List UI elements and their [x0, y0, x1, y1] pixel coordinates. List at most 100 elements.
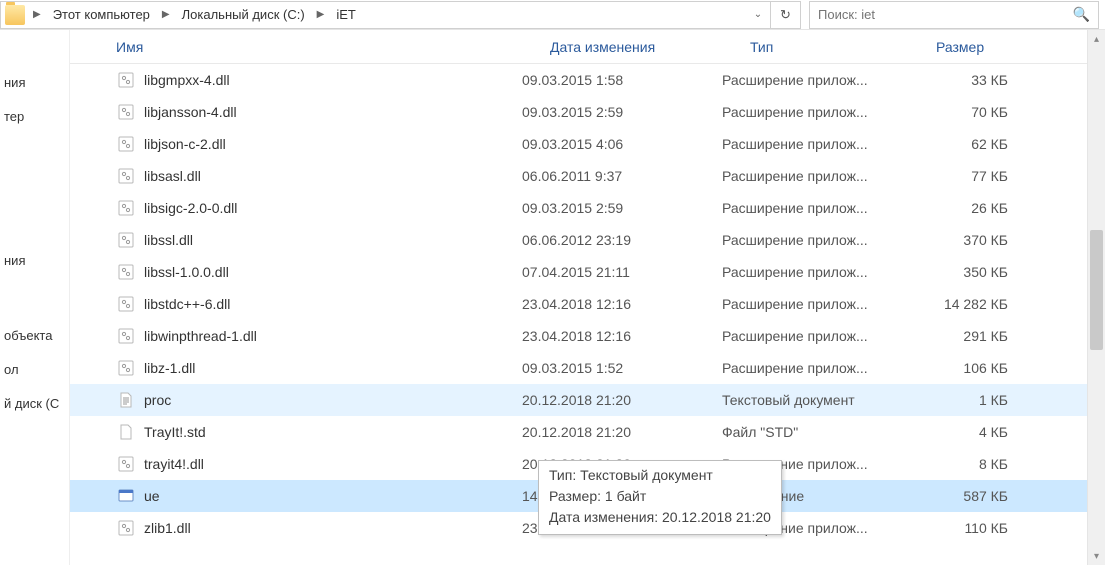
file-date: 20.12.2018 21:20 [522, 392, 722, 408]
file-date: 23.04.2018 12:16 [522, 328, 722, 344]
file-size: 1 КБ [908, 392, 1018, 408]
file-type: Расширение прилож... [722, 328, 908, 344]
file-row[interactable]: libsigc-2.0-0.dll09.03.2015 2:59Расширен… [70, 192, 1087, 224]
scrollbar-thumb[interactable] [1090, 230, 1103, 350]
nav-item[interactable]: тер [0, 100, 69, 134]
file-list[interactable]: Имя Дата изменения Тип Размер libgmpxx-4… [70, 30, 1087, 565]
search-box[interactable]: 🔍 [809, 1, 1099, 29]
refresh-button[interactable]: ↻ [771, 1, 801, 29]
column-header-name[interactable]: Имя [116, 39, 550, 55]
txt-icon [116, 390, 136, 410]
breadcrumb[interactable]: ▶ Этот компьютер ▶ Локальный диск (C:) ▶… [0, 1, 771, 29]
file-size: 4 КБ [908, 424, 1018, 440]
file-row[interactable]: libwinpthread-1.dll 23.04.2018 12:16Расши… [70, 320, 1087, 352]
file-row[interactable]: libz-1.dll 09.03.2015 1:52Расширение прил… [70, 352, 1087, 384]
file-type: Расширение прилож... [722, 104, 908, 120]
file-icon [116, 422, 136, 442]
nav-item[interactable]: объекта [0, 319, 69, 353]
file-type: Файл "STD" [722, 424, 908, 440]
refresh-icon: ↻ [780, 7, 791, 23]
nav-item[interactable]: ол [0, 353, 69, 387]
file-row[interactable]: libssl.dll 06.06.2012 23:19Расширение при… [70, 224, 1087, 256]
dll-icon [116, 230, 136, 250]
tooltip-line: Тип: Текстовый документ [549, 465, 771, 486]
column-header-date[interactable]: Дата изменения [550, 39, 750, 55]
chevron-down-icon[interactable]: ⌄ [746, 9, 770, 20]
breadcrumb-local-disk[interactable]: Локальный диск (C:) [174, 2, 313, 28]
dll-icon [116, 262, 136, 282]
file-row[interactable]: libssl-1.0.0.dll 07.04.2015 21:11Расширен… [70, 256, 1087, 288]
dll-icon [116, 134, 136, 154]
file-name: trayit4!.dll [144, 456, 204, 472]
dll-icon [116, 70, 136, 90]
exe-icon [116, 486, 136, 506]
breadcrumb-iet[interactable]: iET [328, 2, 364, 28]
file-type: Расширение прилож... [722, 200, 908, 216]
column-header-type[interactable]: Тип [750, 39, 936, 55]
scroll-up-icon[interactable]: ▴ [1088, 30, 1105, 48]
file-row[interactable]: libgmpxx-4.dll 09.03.2015 1:58Расширение … [70, 64, 1087, 96]
file-size: 370 КБ [908, 232, 1018, 248]
file-size: 70 КБ [908, 104, 1018, 120]
navigation-pane[interactable]: ния тер ния объекта ол й диск (С [0, 30, 70, 565]
file-size: 350 КБ [908, 264, 1018, 280]
chevron-right-icon[interactable]: ▶ [158, 9, 174, 20]
chevron-right-icon[interactable]: ▶ [313, 9, 329, 20]
address-bar: ▶ Этот компьютер ▶ Локальный диск (C:) ▶… [0, 0, 1105, 30]
file-date: 09.03.2015 1:58 [522, 72, 722, 88]
file-size: 587 КБ [908, 488, 1018, 504]
file-size: 62 КБ [908, 136, 1018, 152]
file-name: libjansson-4.dll [144, 104, 237, 120]
file-row[interactable]: proc20.12.2018 21:20Текстовый документ1 … [70, 384, 1087, 416]
file-name: libstdc++-6.dll [144, 296, 230, 312]
file-size: 8 КБ [908, 456, 1018, 472]
file-date: 06.06.2012 23:19 [522, 232, 722, 248]
file-type: Расширение прилож... [722, 168, 908, 184]
file-row[interactable]: libjson-c-2.dll09.03.2015 4:06Расширение… [70, 128, 1087, 160]
search-input[interactable] [818, 7, 1073, 22]
file-name: libssl.dll [144, 232, 193, 248]
nav-item[interactable]: й диск (С [0, 387, 69, 421]
file-type: Расширение прилож... [722, 72, 908, 88]
file-name: ue [144, 488, 160, 504]
file-size: 14 282 КБ [908, 296, 1018, 312]
file-date: 09.03.2015 1:52 [522, 360, 722, 376]
dll-icon [116, 166, 136, 186]
nav-item[interactable]: ния [0, 66, 69, 100]
file-row[interactable]: libsasl.dll06.06.2011 9:37Расширение при… [70, 160, 1087, 192]
column-headers: Имя Дата изменения Тип Размер [70, 30, 1087, 64]
tooltip: Тип: Текстовый документ Размер: 1 байт Д… [538, 460, 782, 535]
scroll-down-icon[interactable]: ▾ [1088, 547, 1105, 565]
dll-icon [116, 358, 136, 378]
file-name: libssl-1.0.0.dll [144, 264, 229, 280]
file-row[interactable]: libjansson-4.dll09.03.2015 2:59Расширени… [70, 96, 1087, 128]
folder-icon [5, 5, 25, 25]
file-size: 33 КБ [908, 72, 1018, 88]
file-type: Расширение прилож... [722, 232, 908, 248]
column-header-size[interactable]: Размер [936, 39, 1046, 55]
chevron-right-icon[interactable]: ▶ [29, 9, 45, 20]
search-icon[interactable]: 🔍 [1073, 6, 1090, 23]
dll-icon [116, 102, 136, 122]
file-date: 20.12.2018 21:20 [522, 424, 722, 440]
file-type: Расширение прилож... [722, 360, 908, 376]
file-date: 07.04.2015 21:11 [522, 264, 722, 280]
file-type: Расширение прилож... [722, 296, 908, 312]
nav-item[interactable]: ния [0, 244, 69, 278]
file-type: Текстовый документ [722, 392, 908, 408]
file-name: libwinpthread-1.dll [144, 328, 257, 344]
dll-icon [116, 326, 136, 346]
vertical-scrollbar[interactable]: ▴ ▾ [1087, 30, 1105, 565]
file-name: libsigc-2.0-0.dll [144, 200, 237, 216]
file-name: libz-1.dll [144, 360, 195, 376]
file-size: 110 КБ [908, 520, 1018, 536]
file-row[interactable]: libstdc++-6.dll23.04.2018 12:16Расширени… [70, 288, 1087, 320]
dll-icon [116, 518, 136, 538]
file-size: 106 КБ [908, 360, 1018, 376]
file-name: libgmpxx-4.dll [144, 72, 230, 88]
file-size: 26 КБ [908, 200, 1018, 216]
dll-icon [116, 454, 136, 474]
file-row[interactable]: TrayIt!.std20.12.2018 21:20Файл "STD"4 К… [70, 416, 1087, 448]
file-type: Расширение прилож... [722, 264, 908, 280]
breadcrumb-this-pc[interactable]: Этот компьютер [45, 2, 158, 28]
